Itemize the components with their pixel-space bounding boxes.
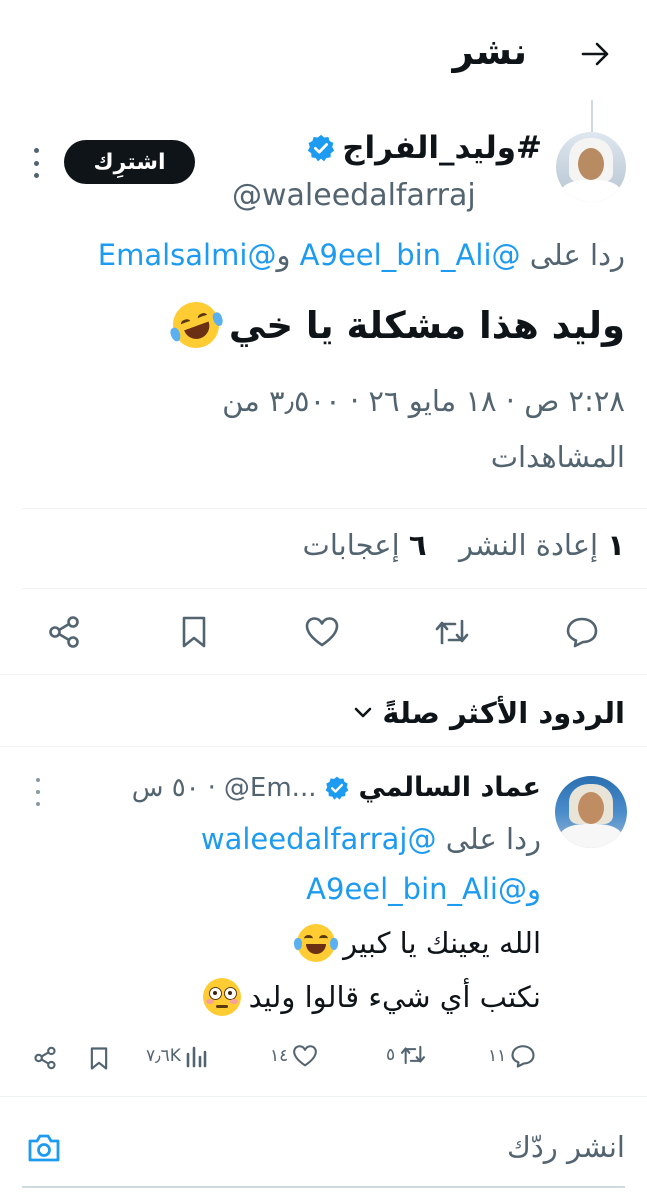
reply-views-button[interactable]: ٧٫٦K [146, 1044, 207, 1068]
reply-to-line: ردا على @waleedalfarraj [201, 822, 541, 856]
avatar[interactable] [555, 776, 627, 848]
reply-text: الله يعينك يا كبير [343, 926, 541, 960]
repost-icon [401, 1045, 426, 1065]
author-name-row: #وليد_الفراج [306, 130, 542, 166]
reply-to-and: و [276, 238, 291, 272]
divider [0, 674, 647, 675]
arrow-right-icon [581, 42, 609, 66]
reply-icon [566, 617, 598, 648]
divider [0, 746, 647, 747]
reply-to-prefix: ردا على [445, 822, 541, 856]
reply-button[interactable] [560, 610, 604, 654]
thread-line [591, 100, 593, 132]
likes-label: إعجابات [302, 528, 400, 562]
reply-to-user-link[interactable]: @Emalsalmi [98, 238, 277, 272]
tweet-meta-line1: ٢:٢٨ ص · ١٨ مايو ٢٦ · ٣٫٥٠٠ من [222, 384, 625, 418]
reply-icon [511, 1045, 535, 1068]
more-options-icon[interactable] [32, 778, 44, 806]
tweet-text: وليد هذا مشكلة يا خي [228, 303, 625, 347]
replies-sort-label: الردود الأكثر صلةً [382, 696, 625, 730]
likes-stat[interactable]: ٦ إعجابات [303, 528, 427, 562]
reposts-count: ١ [607, 528, 625, 562]
reply-likes-count: ١٤ [270, 1046, 289, 1066]
chevron-down-icon [355, 707, 372, 718]
reply-repost-button[interactable]: ٥ [386, 1044, 427, 1066]
reply-header: عماد السالمي @Em... · ٥٠ س [131, 772, 541, 803]
divider [22, 508, 647, 509]
reply-text-line1: الله يعينك يا كبير [294, 924, 541, 962]
tears-of-joy-emoji-icon [294, 924, 339, 962]
reply-text-line2: نكتب أي شيء قالوا وليد [202, 978, 541, 1016]
more-options-icon[interactable] [30, 148, 42, 178]
reply-to-line-2: و@A9eel_bin_Ali [306, 872, 541, 906]
composer-placeholder[interactable]: انشر ردّك [507, 1130, 625, 1164]
reply-to-user-link[interactable]: @A9eel_bin_Ali [300, 238, 521, 272]
reply-to-user-link[interactable]: @waleedalfarraj [201, 822, 437, 856]
reply-to-prefix: ردا على [529, 238, 625, 272]
tweet-meta-line2: المشاهدات [490, 440, 625, 474]
avatar[interactable] [556, 132, 626, 202]
repost-button[interactable] [430, 610, 474, 654]
heart-icon [293, 1045, 318, 1067]
bookmark-icon [182, 616, 206, 648]
reply-time[interactable]: ٥٠ س [132, 773, 200, 803]
reply-reposts-count: ٥ [386, 1045, 396, 1065]
heart-icon [305, 617, 339, 647]
divider [0, 1096, 647, 1097]
back-button[interactable] [572, 32, 620, 76]
reply-views-count: ٧٫٦K [146, 1046, 181, 1066]
share-button[interactable] [42, 610, 86, 654]
camera-icon [28, 1134, 60, 1162]
header: نشر [0, 0, 647, 100]
subscribe-button[interactable]: اشترِك [64, 140, 195, 184]
likes-count: ٦ [408, 528, 427, 562]
page-title: نشر [452, 30, 527, 73]
camera-button[interactable] [24, 1128, 64, 1168]
reply-reply-button[interactable]: ١١ [488, 1044, 536, 1068]
reposts-stat[interactable]: ١ إعادة النشر [450, 528, 625, 562]
views-chart-icon [186, 1046, 207, 1068]
reposts-label: إعادة النشر [459, 528, 599, 562]
reply-replies-count: ١١ [488, 1046, 507, 1066]
subscribe-label: اشترِك [93, 149, 166, 175]
bookmark-button[interactable] [172, 610, 216, 654]
reply-to-line: ردا على @A9eel_bin_Ali و@Emalsalmi [98, 238, 625, 272]
engagement-stats: ١ إعادة النشر ٦ إعجابات [303, 528, 625, 562]
composer-underline [22, 1186, 625, 1188]
rofl-emoji-icon [166, 295, 226, 355]
reply-bookmark-button[interactable] [84, 1042, 114, 1074]
reply-display-name[interactable]: عماد السالمي [358, 772, 541, 803]
handle[interactable]: @waleedalfarraj [232, 178, 476, 213]
reply-like-button[interactable]: ١٤ [270, 1044, 318, 1068]
repost-icon [435, 619, 469, 645]
like-button[interactable] [300, 610, 344, 654]
reply-text: نكتب أي شيء قالوا وليد [248, 980, 541, 1014]
display-name[interactable]: #وليد_الفراج [342, 130, 542, 166]
share-icon [49, 616, 79, 648]
reply-composer[interactable]: انشر ردّك [0, 1106, 647, 1186]
reply-to-user-link[interactable]: @A9eel_bin_Ali [306, 872, 527, 906]
replies-sort-dropdown[interactable]: الردود الأكثر صلةً [354, 696, 625, 730]
reply-handle[interactable]: @Em... [224, 773, 317, 803]
flushed-face-emoji-icon [202, 978, 241, 1016]
divider [22, 588, 647, 589]
bookmark-icon [90, 1046, 108, 1070]
verified-badge-icon [306, 133, 336, 163]
reply-to-and: و [526, 872, 541, 906]
reply-share-button[interactable] [30, 1042, 60, 1074]
tweet-text-row: وليد هذا مشكلة يا خي [166, 295, 625, 355]
verified-badge-icon [324, 775, 350, 801]
share-icon [34, 1046, 56, 1070]
